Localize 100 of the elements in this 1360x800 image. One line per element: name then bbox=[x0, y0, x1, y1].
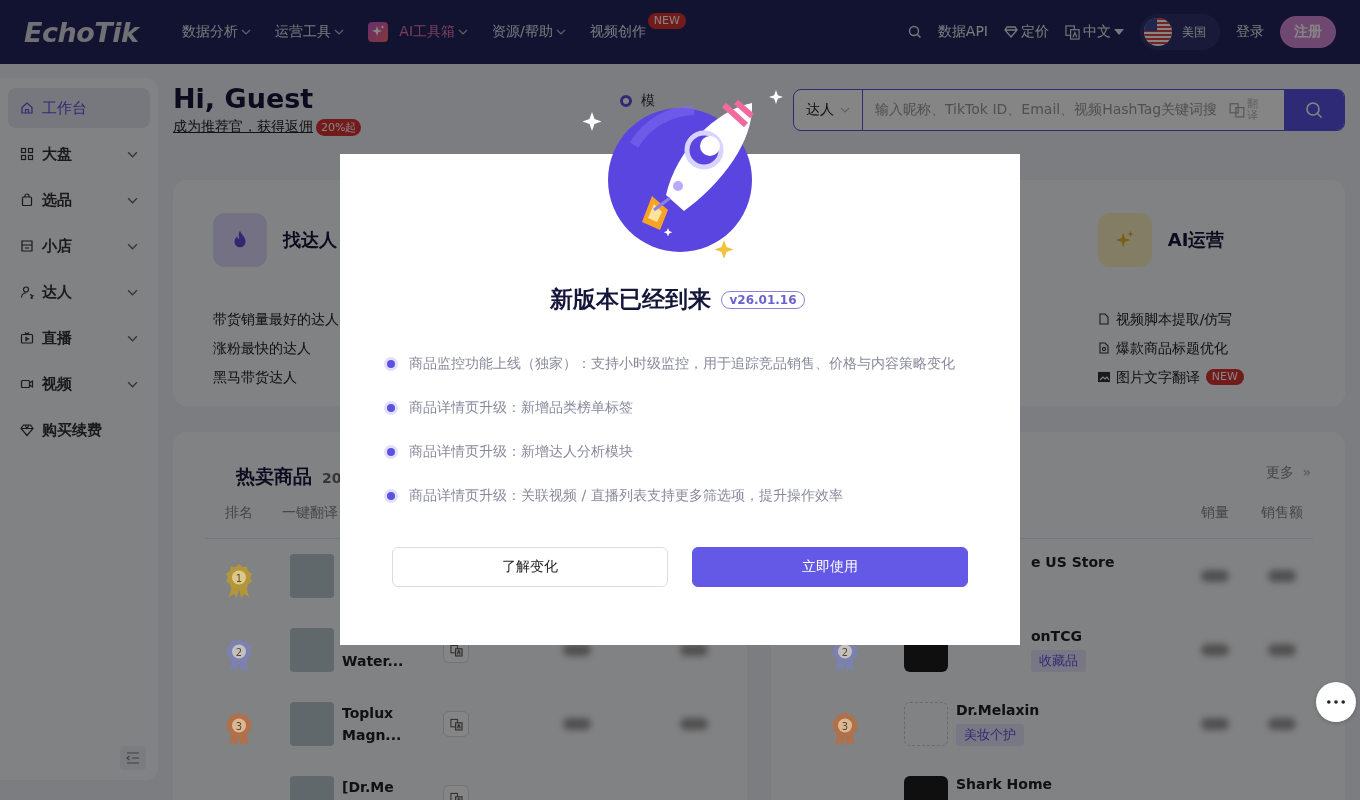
bullet-icon bbox=[387, 359, 395, 368]
shop-name[interactable]: Shark Home bbox=[956, 776, 1052, 792]
product-name[interactable]: [Dr.Me bbox=[342, 776, 412, 798]
blurred-value bbox=[1201, 644, 1229, 656]
chevron-down-icon bbox=[241, 29, 252, 35]
document-icon bbox=[1097, 313, 1110, 325]
nav-menu-item[interactable]: 数据分析 bbox=[182, 23, 252, 41]
flame-tile-icon bbox=[213, 213, 267, 267]
use-now-button[interactable]: 立即使用 bbox=[692, 547, 968, 587]
caret-down-icon bbox=[1114, 29, 1124, 35]
blurred-value bbox=[1267, 570, 1296, 582]
translate-icon bbox=[449, 643, 463, 657]
nav-menu-item[interactable]: 资源/帮助 bbox=[492, 23, 566, 41]
translate-icon bbox=[449, 717, 463, 731]
chevron-down-icon bbox=[127, 242, 138, 250]
video-camera-icon bbox=[20, 377, 34, 391]
referral-link[interactable]: 成为推荐官，获得返佣 bbox=[173, 118, 313, 136]
dialog-title: 新版本已经到来 bbox=[550, 285, 712, 314]
chevron-down-icon bbox=[555, 29, 566, 35]
bullet-icon bbox=[387, 447, 395, 456]
chevron-down-icon bbox=[127, 288, 138, 296]
sparkle-tile-icon bbox=[1097, 213, 1152, 267]
search-icon[interactable] bbox=[907, 25, 922, 39]
product-name[interactable]: Toplux Magn... bbox=[342, 702, 412, 746]
shop-name[interactable]: e US Store bbox=[1031, 554, 1115, 570]
image-icon bbox=[1097, 371, 1110, 383]
nav-menu-item[interactable]: 运营工具 bbox=[275, 23, 345, 41]
document-icon bbox=[1097, 342, 1110, 354]
blurred-value bbox=[1201, 718, 1229, 730]
chevron-down-icon bbox=[127, 380, 138, 388]
commission-badge: 20%起 bbox=[316, 118, 362, 136]
sidebar-item[interactable]: 达人 bbox=[8, 272, 150, 312]
translate-icon bbox=[1065, 24, 1080, 40]
chevron-down-icon bbox=[840, 107, 850, 113]
feature-link[interactable]: 视频脚本提取/仿写 bbox=[1097, 308, 1345, 330]
sidebar-item[interactable]: 直播 bbox=[8, 318, 150, 358]
translate-icon bbox=[1229, 102, 1245, 118]
sidebar-item[interactable]: 选品 bbox=[8, 180, 150, 220]
new-badge: NEW bbox=[1205, 369, 1244, 385]
sidebar-item[interactable]: 购买续费 bbox=[8, 410, 150, 450]
nav-menu-item[interactable]: AI工具箱 bbox=[368, 22, 469, 42]
shop-logo bbox=[904, 702, 948, 746]
search-scope-dropdown[interactable]: 达人 bbox=[794, 90, 863, 130]
flag-icon bbox=[1144, 18, 1172, 46]
bullet-icon bbox=[387, 491, 395, 500]
sidebar-item[interactable]: 视频 bbox=[8, 364, 150, 404]
blurred-value bbox=[1267, 718, 1296, 730]
product-photo bbox=[290, 554, 334, 598]
feature-link[interactable]: 图片文字翻译 NEW bbox=[1097, 366, 1345, 388]
blurred-value bbox=[1201, 570, 1229, 582]
panel-subtitle: 20 bbox=[322, 470, 342, 486]
blurred-value bbox=[563, 718, 591, 730]
feature-title: AI运营 bbox=[1167, 228, 1225, 252]
shop-name[interactable]: Dr.Melaxin bbox=[956, 702, 1040, 718]
blurred-value bbox=[679, 718, 708, 730]
tv-icon bbox=[20, 331, 34, 345]
sidebar-item[interactable]: 大盘 bbox=[8, 134, 150, 174]
sidebar-item[interactable]: 小店 bbox=[8, 226, 150, 266]
chevron-down-icon bbox=[127, 196, 138, 204]
feature-title: 找达人 bbox=[283, 228, 337, 252]
nav-menu-item[interactable]: 视频创作 bbox=[589, 23, 646, 41]
more-link[interactable]: 更多 » bbox=[1266, 464, 1311, 482]
logo[interactable]: EchoTik bbox=[24, 16, 139, 48]
bag-icon bbox=[20, 193, 34, 207]
store-icon bbox=[20, 239, 34, 253]
product-name[interactable]: Water... bbox=[342, 650, 412, 672]
new-badge: NEW bbox=[647, 13, 686, 29]
update-note: 商品详情页升级：新增达人分析模块 bbox=[409, 442, 633, 461]
region-selector[interactable]: 美国 bbox=[1140, 14, 1220, 50]
chevron-down-icon bbox=[127, 150, 138, 158]
language-selector[interactable]: 中文 bbox=[1065, 23, 1124, 41]
feature-link[interactable]: 爆款商品标题优化 bbox=[1097, 337, 1345, 359]
sparkle-icon bbox=[368, 22, 389, 42]
learn-changes-button[interactable]: 了解变化 bbox=[392, 547, 668, 587]
panel-title: 热卖商品 bbox=[236, 464, 312, 489]
login-link[interactable]: 登录 bbox=[1236, 23, 1264, 41]
search-mode-radio[interactable]: 模 bbox=[620, 92, 655, 110]
update-note: 商品监控功能上线（独家）：支持小时级监控，用于追踪竞品销售、价格与内容策略变化 bbox=[409, 354, 955, 373]
blurred-value bbox=[1267, 644, 1296, 656]
bullet-icon bbox=[387, 403, 395, 412]
category-tag: 美妆个护 bbox=[956, 724, 1024, 746]
chevron-down-icon bbox=[334, 29, 345, 35]
api-link[interactable]: 数据API bbox=[937, 23, 988, 41]
product-photo bbox=[290, 702, 334, 746]
column-header: 排名 bbox=[225, 504, 253, 522]
search-button[interactable] bbox=[1284, 90, 1344, 130]
product-photo bbox=[290, 628, 334, 672]
chevron-down-icon bbox=[127, 334, 138, 342]
diamond-icon bbox=[1004, 26, 1018, 38]
more-options-button[interactable] bbox=[1316, 682, 1356, 722]
translate-icon bbox=[449, 791, 463, 800]
column-header: 销售额 bbox=[1260, 504, 1303, 522]
pricing-link[interactable]: 定价 bbox=[1004, 23, 1049, 41]
update-note: 商品详情页升级：新增品类榜单标签 bbox=[409, 398, 633, 417]
category-tag: 收藏品 bbox=[1031, 650, 1086, 672]
shop-name[interactable]: onTCG bbox=[1031, 628, 1082, 644]
chevron-down-icon bbox=[458, 29, 469, 35]
sidebar-item[interactable]: 工作台 bbox=[8, 88, 150, 128]
column-header: 销量 bbox=[1201, 504, 1229, 522]
grid-icon bbox=[20, 147, 34, 161]
